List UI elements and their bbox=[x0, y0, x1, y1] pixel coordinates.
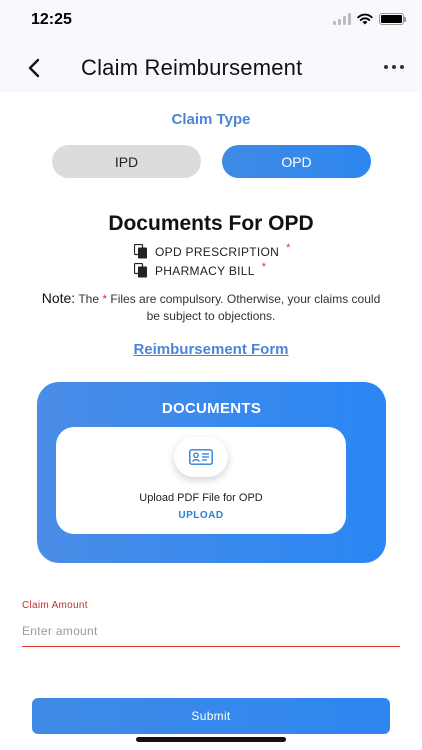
note-text-after: Files are compulsory. Otherwise, your cl… bbox=[110, 292, 381, 323]
required-marker: * bbox=[286, 241, 291, 254]
claim-type-ipd-button[interactable]: IPD bbox=[52, 145, 201, 178]
id-card-icon bbox=[189, 449, 213, 465]
note-label: Note: bbox=[41, 290, 76, 306]
note-text: Note: The * Files are compulsory. Otherw… bbox=[40, 290, 382, 325]
battery-icon bbox=[379, 13, 406, 25]
required-marker: * bbox=[261, 260, 267, 273]
page-title: Claim Reimbursement bbox=[81, 55, 303, 80]
documents-card: DOCUMENTS Upload PDF File for OPD UPLOAD bbox=[37, 382, 386, 563]
note-required-marker: * bbox=[102, 292, 108, 306]
upload-button[interactable]: UPLOAD bbox=[56, 510, 346, 521]
status-bar: 12:25 bbox=[0, 0, 422, 44]
status-icons bbox=[333, 13, 406, 25]
document-copy-icon bbox=[134, 263, 147, 278]
cellular-signal-icon bbox=[333, 13, 351, 25]
upload-instruction: Upload PDF File for OPD bbox=[139, 492, 263, 504]
submit-button[interactable]: Submit bbox=[32, 698, 390, 734]
chevron-left-icon bbox=[28, 58, 40, 78]
upload-area[interactable]: Upload PDF File for OPD UPLOAD bbox=[56, 427, 346, 534]
document-item: PHARMACY BILL * bbox=[134, 260, 267, 278]
more-horizontal-icon bbox=[384, 65, 388, 69]
reimbursement-form-link[interactable]: Reimbursement Form bbox=[0, 341, 422, 358]
nav-bar: Claim Reimbursement bbox=[0, 44, 422, 92]
wifi-icon bbox=[357, 13, 373, 25]
claim-amount-label: Claim Amount bbox=[22, 600, 88, 611]
document-copy-icon bbox=[134, 244, 147, 259]
documents-card-title: DOCUMENTS bbox=[161, 400, 262, 417]
document-item-label: OPD PRESCRIPTION bbox=[155, 244, 280, 259]
claim-type-opd-button[interactable]: OPD bbox=[222, 145, 371, 178]
status-time: 12:25 bbox=[31, 11, 72, 28]
claim-amount-input[interactable] bbox=[22, 616, 400, 647]
claim-type-label: Claim Type bbox=[171, 111, 251, 128]
note-text-before: The bbox=[78, 292, 100, 306]
more-options-button[interactable] bbox=[384, 60, 404, 74]
document-item-label: PHARMACY BILL bbox=[155, 263, 255, 278]
upload-icon-button[interactable] bbox=[174, 437, 228, 477]
document-item: OPD PRESCRIPTION * bbox=[134, 241, 291, 259]
home-indicator bbox=[136, 737, 286, 742]
documents-heading: Documents For OPD bbox=[108, 212, 314, 235]
back-button[interactable] bbox=[20, 54, 48, 82]
